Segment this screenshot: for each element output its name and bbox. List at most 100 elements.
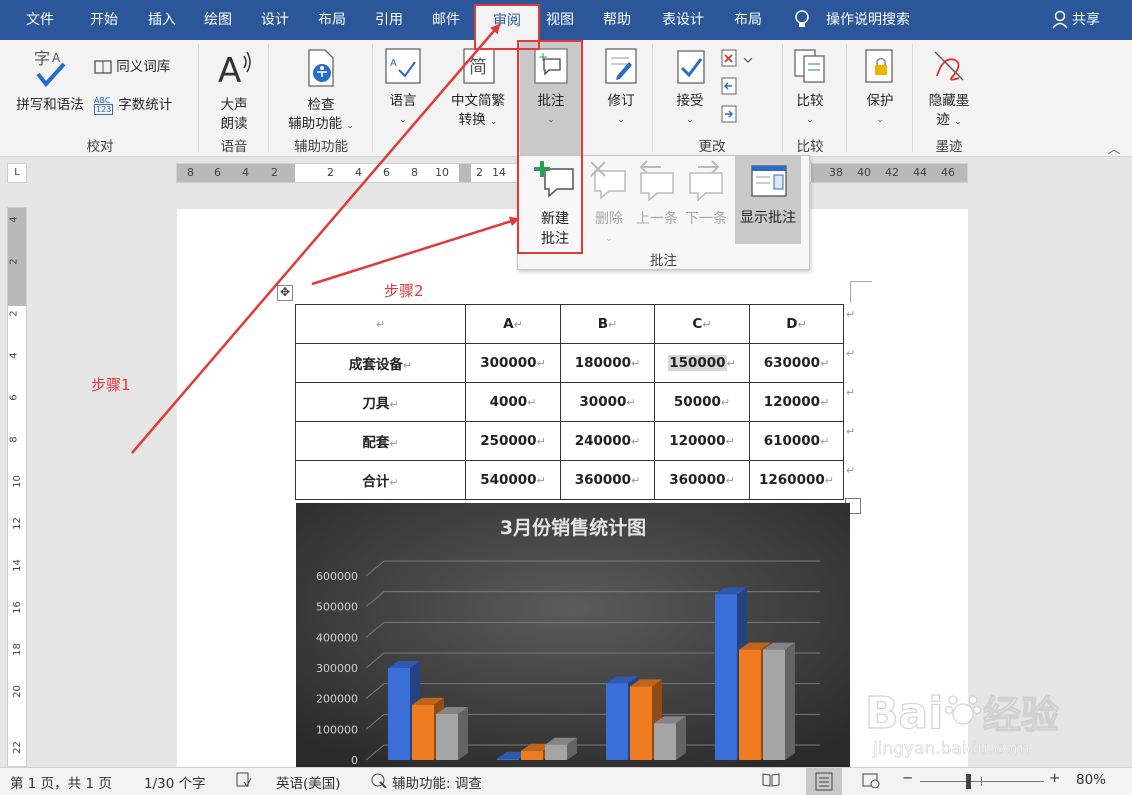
paragraph-mark: ↵ (725, 474, 735, 487)
table-cell[interactable]: C↵ (654, 304, 750, 344)
menu-tab-5[interactable]: 布局 (316, 0, 348, 40)
table-cell[interactable]: 610000↵ (749, 421, 844, 461)
menu-tab-2[interactable]: 插入 (146, 0, 178, 40)
lock-icon (865, 49, 893, 83)
menu-tab-6[interactable]: 引用 (373, 0, 405, 40)
zoom-slider-track[interactable] (920, 781, 1044, 782)
zoom-in-button[interactable]: + (1049, 770, 1060, 786)
menu-tab-0[interactable]: 文件 (24, 0, 56, 40)
previous-comment-button[interactable]: 上一条 (634, 156, 680, 229)
table-cell[interactable]: B↵ (560, 304, 655, 344)
word-count-status[interactable]: 1/30 个字 (144, 772, 206, 792)
table-cell[interactable]: ↵ (295, 304, 466, 344)
table-cell[interactable]: 150000↵ (654, 343, 750, 383)
reject-icon[interactable] (720, 48, 754, 132)
chinese-conversion-button[interactable]: 简 中文简繁 转换 ⌄ (440, 46, 516, 132)
zoom-out-button[interactable]: − (902, 770, 913, 786)
paragraph-mark: ↵ (389, 398, 399, 411)
sales-chart[interactable]: 3月份销售统计图 600000 500000 400000 300000 200000 1… (296, 503, 850, 767)
table-cell[interactable]: 300000↵ (465, 343, 561, 383)
y-tick-label: 500000 (316, 601, 358, 614)
chart-title: 3月份销售统计图 (500, 516, 646, 539)
ruler-number: 8 (411, 166, 418, 179)
menu-tab-11[interactable]: 表设计 (660, 0, 706, 40)
table-cell[interactable]: 120000↵ (749, 382, 844, 422)
language-status[interactable]: 英语(美国) (276, 772, 341, 792)
table-cell[interactable]: 360000↵ (654, 460, 750, 500)
ruler-number: 40 (857, 166, 871, 179)
next-comment-button[interactable]: 下一条 (682, 156, 730, 229)
zoom-level[interactable]: 80% (1076, 772, 1106, 788)
table-row[interactable]: ↵ A↵ B↵ C↵ D↵ (295, 304, 844, 344)
collapse-ribbon-icon[interactable]: ︿ (1108, 140, 1120, 157)
data-table[interactable]: ↵ A↵ B↵ C↵ D↵ 成套设备↵ 300000↵ 180000↵ 150000↵ 63000… (295, 304, 844, 500)
zoom-slider-thumb[interactable] (966, 774, 971, 789)
menu-tab-10[interactable]: 帮助 (601, 0, 633, 40)
table-cell[interactable]: 1260000↵ (749, 460, 844, 500)
protect-button[interactable]: 保护 ⌄ (858, 46, 902, 130)
table-row[interactable]: 合计↵ 540000↵ 360000↵ 360000↵ 1260000↵ (295, 460, 844, 500)
menu-tab-4[interactable]: 设计 (259, 0, 291, 40)
compare-button[interactable]: 比较 ⌄ (790, 46, 830, 130)
table-cell[interactable]: 成套设备↵ (295, 343, 466, 383)
language-button[interactable]: A 语言 ⌄ (380, 46, 426, 130)
menu-tab-3[interactable]: 绘图 (202, 0, 234, 40)
share-button[interactable]: 共享 (1072, 0, 1100, 40)
menu-tab-8[interactable]: 审阅 (474, 4, 540, 40)
print-layout-icon[interactable] (806, 768, 842, 795)
accessibility-status-icon[interactable] (370, 772, 388, 792)
chart-bar-side (676, 716, 686, 760)
vertical-ruler[interactable]: 4 2 2 4 6 8 10 12 14 16 18 20 22 (7, 207, 27, 767)
proofing-icon[interactable] (236, 772, 252, 792)
table-row[interactable]: 刀具↵ 4000↵ 30000↵ 50000↵ 120000↵ (295, 382, 844, 422)
tab-selector[interactable]: L (7, 163, 27, 183)
table-cell[interactable]: 630000↵ (749, 343, 844, 383)
menu-tab-7[interactable]: 邮件 (430, 0, 462, 40)
table-cell[interactable]: 4000↵ (465, 382, 561, 422)
chart-bar (739, 649, 761, 760)
tell-me-search[interactable]: 操作说明搜索 (826, 0, 910, 40)
compare-icon (794, 49, 825, 83)
table-cell[interactable]: D↵ (749, 304, 844, 344)
read-aloud-button[interactable]: A 大声 朗读 (206, 46, 262, 134)
table-cell[interactable]: 360000↵ (560, 460, 655, 500)
table-cell[interactable]: 250000↵ (465, 421, 561, 461)
table-cell[interactable]: 240000↵ (560, 421, 655, 461)
track-changes-button[interactable]: 修订 ⌄ (598, 46, 644, 130)
read-mode-icon[interactable] (762, 772, 780, 792)
table-cell[interactable]: 540000↵ (465, 460, 561, 500)
table-cell[interactable]: 180000↵ (560, 343, 655, 383)
table-cell[interactable]: 合计↵ (295, 460, 466, 500)
delete-comment-button[interactable]: 删除 ⌄ (584, 156, 634, 249)
table-cell[interactable]: 30000↵ (560, 382, 655, 422)
y-tick-label: 400000 (316, 631, 358, 644)
page-count[interactable]: 第 1 页，共 1 页 (10, 772, 112, 792)
menu-tab-1[interactable]: 开始 (88, 0, 120, 40)
table-move-handle[interactable]: ✥ (277, 285, 293, 301)
table-cell[interactable]: 刀具↵ (295, 382, 466, 422)
margin-corner (850, 281, 872, 303)
accept-button[interactable]: 接受 ⌄ (666, 46, 714, 130)
show-comments-button[interactable]: 显示批注 (735, 156, 801, 244)
word-count-label: 字数统计 (118, 97, 173, 113)
hide-ink-button[interactable]: 隐藏墨 迹 ⌄ (920, 46, 978, 132)
table-row[interactable]: 成套设备↵ 300000↵ 180000↵ 150000↵ 630000↵ (295, 343, 844, 383)
spelling-grammar-button[interactable]: 字 A 拼写和语法 (10, 46, 90, 115)
table-cell[interactable]: 120000↵ (654, 421, 750, 461)
chart-bar (521, 750, 543, 760)
chart-bar (545, 744, 567, 760)
web-layout-icon[interactable] (862, 772, 880, 792)
table-row[interactable]: 配套↵ 250000↵ 240000↵ 120000↵ 610000↵ (295, 421, 844, 461)
y-tick-label: 300000 (316, 662, 358, 675)
word-count-button[interactable]: ABC 123 字数统计 (94, 96, 194, 115)
accessibility-status[interactable]: 辅助功能: 调查 (392, 772, 482, 792)
menu-tab-9[interactable]: 视图 (544, 0, 576, 40)
table-cell[interactable]: 配套↵ (295, 421, 466, 461)
ruler-number: 38 (829, 166, 843, 179)
ribbon: 字 A 拼写和语法 同义词库 ABC 123 字数统计 校对 A 大声 朗读 语音 (0, 40, 1132, 254)
thesaurus-button[interactable]: 同义词库 (94, 58, 194, 77)
table-cell[interactable]: A↵ (465, 304, 561, 344)
check-accessibility-button[interactable]: 检查 辅助功能 ⌄ (276, 46, 366, 136)
menu-tab-12[interactable]: 布局 (732, 0, 764, 40)
table-cell[interactable]: 50000↵ (654, 382, 750, 422)
